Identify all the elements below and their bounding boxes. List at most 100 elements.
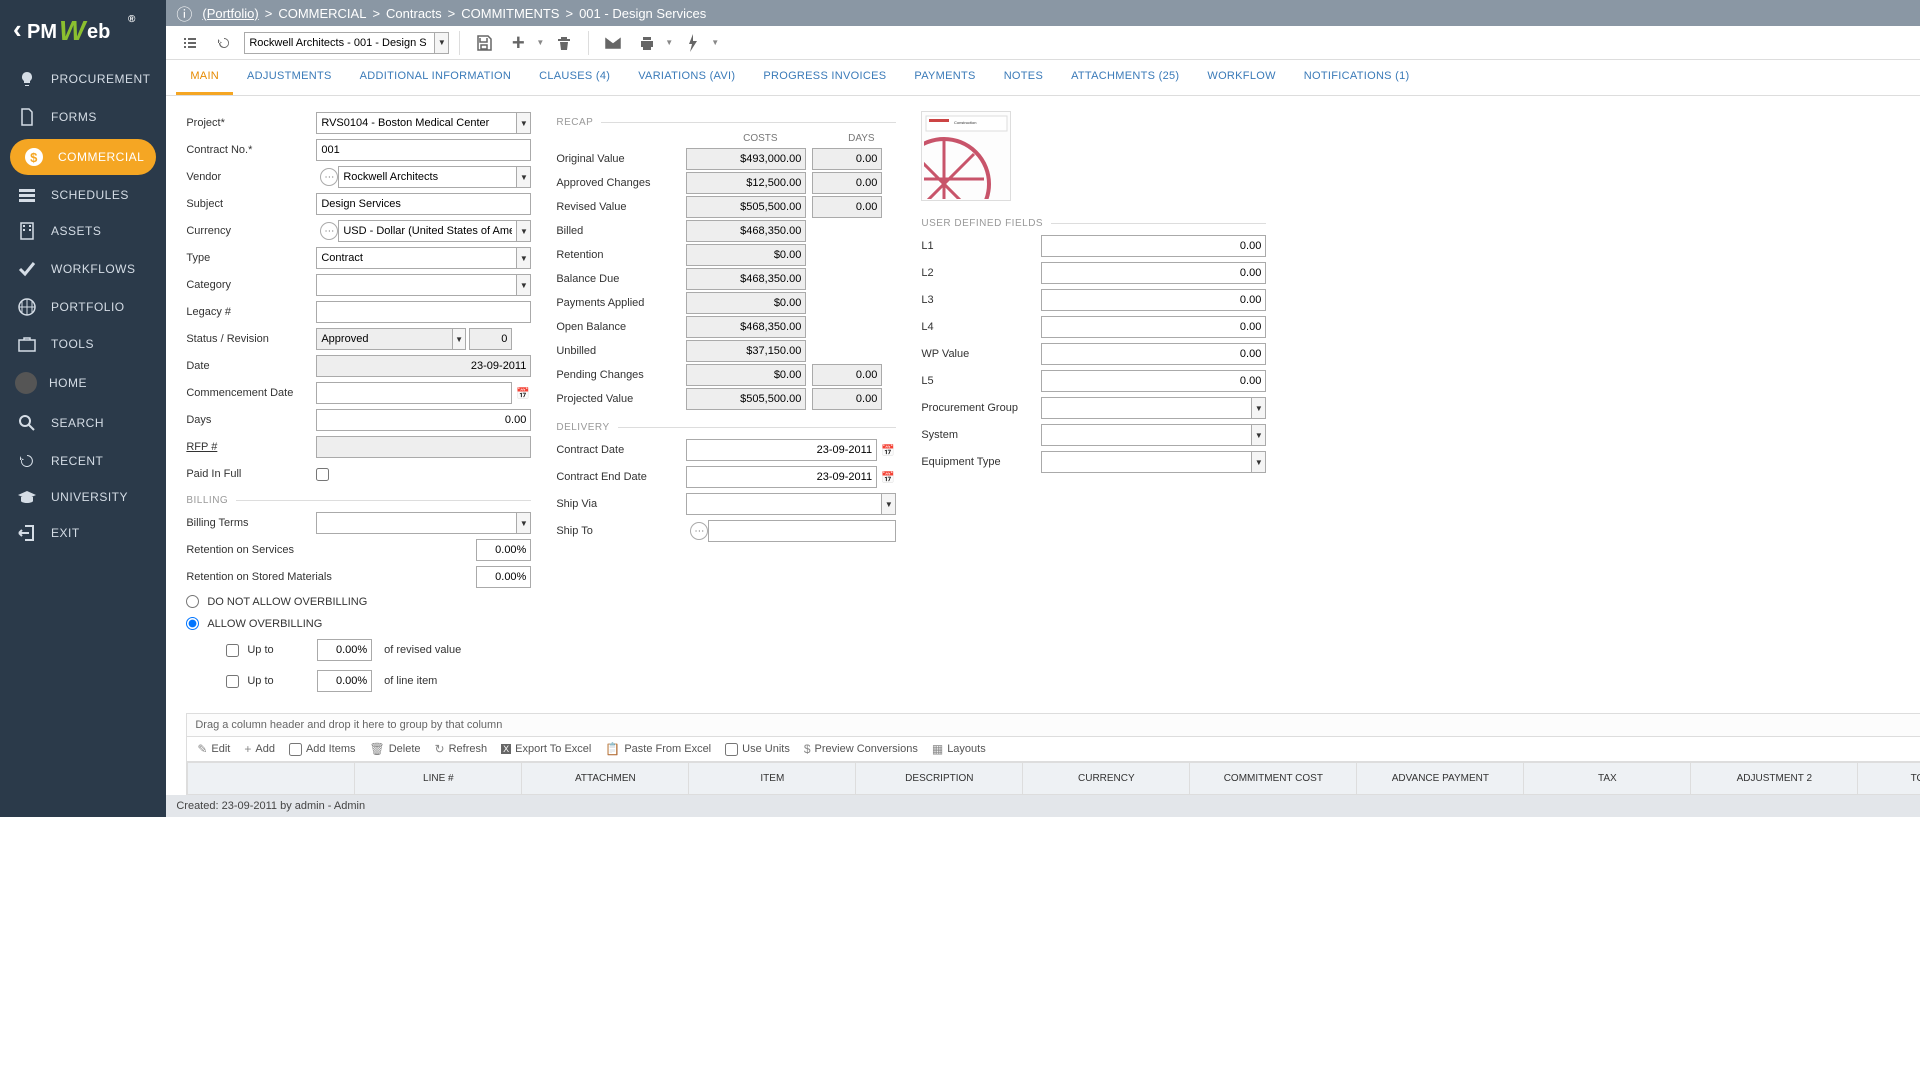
grid-col-0[interactable]: [188, 763, 355, 795]
grid-add[interactable]: +Add: [244, 742, 275, 756]
input-l5[interactable]: [1041, 370, 1266, 392]
dropdown-equiptype[interactable]: ▼: [1251, 451, 1266, 473]
tab-payments[interactable]: PAYMENTS: [900, 60, 989, 95]
input-subject[interactable]: [316, 193, 531, 215]
grid-delete[interactable]: 🗑Delete: [370, 742, 421, 756]
grid-col-2[interactable]: ATTACHMEN: [522, 763, 689, 795]
tab-main[interactable]: MAIN: [176, 60, 233, 95]
sidebar-item-tools[interactable]: TOOLS: [0, 326, 166, 362]
more-vendor[interactable]: ⋯: [320, 168, 338, 186]
more-currency[interactable]: ⋯: [320, 222, 338, 240]
tab-attachments-25-[interactable]: ATTACHMENTS (25): [1057, 60, 1193, 95]
input-system[interactable]: [1041, 424, 1251, 446]
grid-col-6[interactable]: COMMITMENT COST: [1190, 763, 1357, 795]
input-status[interactable]: [316, 328, 451, 350]
dropdown-shipvia[interactable]: ▼: [881, 493, 896, 515]
input-project[interactable]: [316, 112, 516, 134]
more-shipto[interactable]: ⋯: [690, 522, 708, 540]
dropdown-system[interactable]: ▼: [1251, 424, 1266, 446]
dropdown-vendor[interactable]: ▼: [516, 166, 531, 188]
print-dropdown[interactable]: ▼: [665, 38, 673, 47]
grid-edit[interactable]: ✎Edit: [197, 742, 230, 756]
grid-export[interactable]: XExport To Excel: [501, 743, 591, 755]
check-paidinfull[interactable]: [316, 468, 329, 481]
input-type[interactable]: [316, 247, 516, 269]
tab-notes[interactable]: NOTES: [990, 60, 1057, 95]
document-thumbnail[interactable]: Construction: [921, 111, 1011, 201]
grid-useunits[interactable]: Use Units: [725, 743, 790, 756]
input-upto-revised[interactable]: [317, 639, 372, 661]
dropdown-status[interactable]: ▼: [452, 328, 467, 350]
input-category[interactable]: [316, 274, 516, 296]
sidebar-item-schedules[interactable]: SCHEDULES: [0, 178, 166, 212]
dropdown-currency[interactable]: ▼: [516, 220, 531, 242]
input-contractdate[interactable]: [686, 439, 877, 461]
input-procgroup[interactable]: [1041, 397, 1251, 419]
print-button[interactable]: [633, 29, 661, 57]
action-button[interactable]: [679, 29, 707, 57]
calendar-commencement[interactable]: 📅: [515, 382, 531, 404]
tab-additional-information[interactable]: ADDITIONAL INFORMATION: [346, 60, 525, 95]
history-button[interactable]: [210, 29, 238, 57]
save-button[interactable]: [470, 29, 498, 57]
sidebar-item-exit[interactable]: EXIT: [0, 514, 166, 552]
sidebar-item-university[interactable]: UNIVERSITY: [0, 480, 166, 514]
tab-workflow[interactable]: WORKFLOW: [1193, 60, 1289, 95]
dropdown-category[interactable]: ▼: [516, 274, 531, 296]
input-upto-line[interactable]: [317, 670, 372, 692]
sidebar-item-workflows[interactable]: WORKFLOWS: [0, 250, 166, 288]
email-button[interactable]: [599, 29, 627, 57]
grid-col-8[interactable]: TAX: [1524, 763, 1691, 795]
input-date[interactable]: [316, 355, 531, 377]
sidebar-item-portfolio[interactable]: PORTFOLIO: [0, 288, 166, 326]
tab-progress-invoices[interactable]: PROGRESS INVOICES: [749, 60, 900, 95]
input-retstored[interactable]: [476, 566, 531, 588]
input-shipto[interactable]: [708, 520, 896, 542]
grid-layouts[interactable]: ▦Layouts: [932, 742, 986, 756]
input-days[interactable]: [316, 409, 531, 431]
grid-refresh[interactable]: ↻Refresh: [435, 742, 488, 756]
info-icon[interactable]: ⓘ: [176, 1, 192, 25]
input-retserv[interactable]: [476, 539, 531, 561]
sidebar-item-recent[interactable]: RECENT: [0, 442, 166, 480]
dropdown-project[interactable]: ▼: [516, 112, 531, 134]
input-wpvalue[interactable]: [1041, 343, 1266, 365]
tab-clauses-4-[interactable]: CLAUSES (4): [525, 60, 624, 95]
grid-col-5[interactable]: CURRENCY: [1023, 763, 1190, 795]
input-legacy[interactable]: [316, 301, 531, 323]
input-l4[interactable]: [1041, 316, 1266, 338]
input-l2[interactable]: [1041, 262, 1266, 284]
input-equiptype[interactable]: [1041, 451, 1251, 473]
input-contractend[interactable]: [686, 466, 877, 488]
sidebar-item-search[interactable]: SEARCH: [0, 404, 166, 442]
delete-button[interactable]: [550, 29, 578, 57]
tab-notifications-1-[interactable]: NOTIFICATIONS (1): [1290, 60, 1424, 95]
grid-col-3[interactable]: ITEM: [689, 763, 856, 795]
add-dropdown[interactable]: ▼: [536, 38, 544, 47]
grid-paste[interactable]: 📋Paste From Excel: [605, 742, 711, 756]
grid-preview[interactable]: $Preview Conversions: [804, 742, 918, 756]
input-shipvia[interactable]: [686, 493, 881, 515]
grid-col-4[interactable]: DESCRIPTION: [856, 763, 1023, 795]
grid-group-drop[interactable]: Drag a column header and drop it here to…: [187, 714, 1920, 737]
add-button[interactable]: +: [504, 29, 532, 57]
sidebar-item-home[interactable]: HOME: [0, 362, 166, 404]
dropdown-type[interactable]: ▼: [516, 247, 531, 269]
dropdown-procgroup[interactable]: ▼: [1251, 397, 1266, 419]
tab-variations-avi-[interactable]: VARIATIONS (AVI): [624, 60, 749, 95]
sidebar-item-forms[interactable]: FORMS: [0, 98, 166, 136]
tab-adjustments[interactable]: ADJUSTMENTS: [233, 60, 346, 95]
input-billingterms[interactable]: [316, 512, 516, 534]
check-upto-revised[interactable]: [226, 644, 239, 657]
grid-col-10[interactable]: TOTAL COST: [1858, 763, 1920, 795]
sidebar-item-commercial[interactable]: $COMMERCIAL: [10, 139, 156, 175]
list-view-button[interactable]: [176, 29, 204, 57]
record-selector[interactable]: [244, 32, 434, 54]
input-l3[interactable]: [1041, 289, 1266, 311]
grid-additems[interactable]: Add Items: [289, 743, 356, 756]
calendar-contractend[interactable]: 📅: [880, 466, 896, 488]
input-commencement[interactable]: [316, 382, 512, 404]
grid-col-9[interactable]: ADJUSTMENT 2: [1691, 763, 1858, 795]
radio-allow-overbill[interactable]: [186, 617, 199, 630]
calendar-contractdate[interactable]: 📅: [880, 439, 896, 461]
